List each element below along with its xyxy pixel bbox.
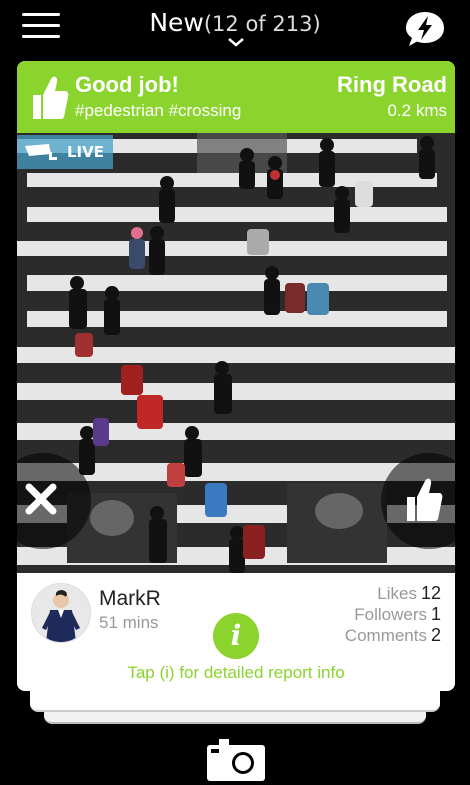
card-stack-middle: [30, 690, 440, 712]
report-footer: MarkR 51 mins Likes 12 Followers 1 Comment…: [17, 573, 455, 691]
title-text: New: [149, 8, 204, 37]
page-title: New(12 of 213): [0, 8, 470, 37]
report-banner: Good job! #pedestrian #crossing Ring Roa…: [17, 61, 455, 133]
reject-button[interactable]: [17, 453, 91, 549]
info-icon: i: [230, 619, 242, 652]
user-avatar-illustration: [42, 590, 80, 642]
lightning-icon[interactable]: [404, 10, 446, 48]
top-bar: New(12 of 213): [0, 0, 470, 56]
live-badge: LIVE: [17, 135, 113, 169]
banner-title: Good job!: [75, 72, 179, 97]
comments-label: Comments: [344, 626, 427, 645]
camera-icon: [207, 739, 265, 781]
banner-tags: #pedestrian #crossing: [75, 101, 242, 120]
followers-value: 1: [430, 604, 441, 624]
comments-stat[interactable]: Comments 2: [345, 625, 441, 646]
comments-value: 2: [430, 625, 441, 645]
report-time: 51 mins: [99, 613, 159, 632]
thumbs-up-icon: [33, 76, 69, 119]
close-icon: [25, 483, 57, 515]
report-photo[interactable]: LIVE: [17, 133, 455, 573]
chevron-down-icon[interactable]: [226, 36, 246, 48]
thumbs-up-icon: [407, 478, 443, 521]
followers-label: Followers: [354, 605, 427, 624]
likes-value: 12: [420, 583, 441, 603]
likes-label: Likes: [377, 584, 417, 603]
user-name[interactable]: MarkR: [99, 587, 161, 611]
camera-button[interactable]: [207, 739, 265, 781]
avatar[interactable]: [31, 583, 91, 643]
followers-stat: Followers 1: [354, 604, 441, 625]
live-label: LIVE: [67, 143, 104, 161]
likes-stat: Likes 12: [377, 583, 441, 604]
cctv-camera-icon: [25, 144, 57, 160]
report-card[interactable]: Good job! #pedestrian #crossing Ring Roa…: [17, 61, 455, 691]
location-distance: 0.2 kms: [387, 101, 447, 120]
approve-button[interactable]: [381, 453, 455, 549]
tap-info-hint: Tap (i) for detailed report info: [127, 663, 345, 682]
report-counter: (12 of 213): [203, 12, 321, 36]
info-button[interactable]: i: [213, 613, 259, 659]
location-name: Ring Road: [337, 72, 447, 97]
